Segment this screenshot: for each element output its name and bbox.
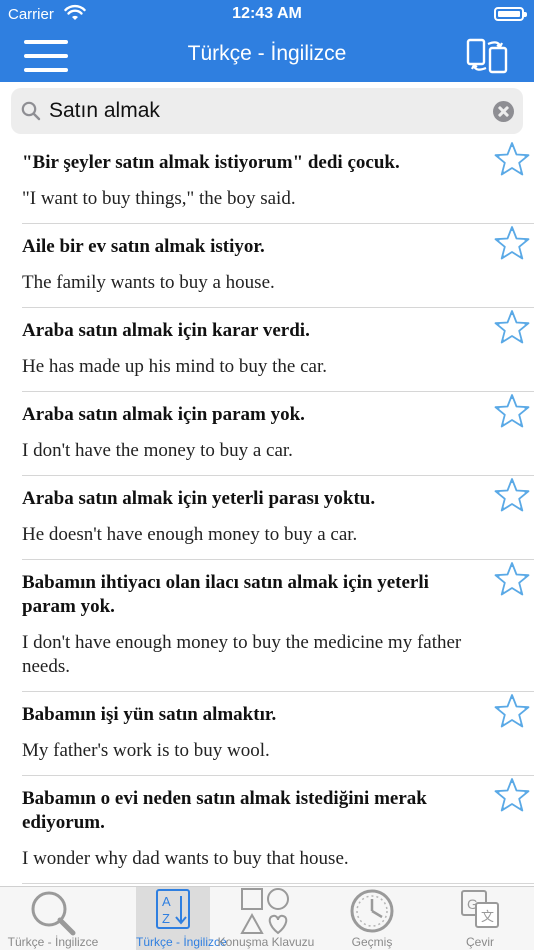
result-row[interactable]: Araba satın almak için param yok. I don'…: [0, 392, 534, 476]
svg-text:Z: Z: [162, 911, 170, 926]
star-favorite-icon[interactable]: [492, 476, 532, 516]
turkish-sentence: Araba satın almak için karar verdi.: [22, 320, 310, 341]
turkish-sentence: Araba satın almak için yeterli parası yo…: [22, 488, 376, 509]
star-favorite-icon[interactable]: [492, 776, 532, 816]
svg-text:文: 文: [481, 909, 494, 924]
turkish-sentence: Babamın işi yün satın almaktır.: [22, 704, 277, 725]
tab-turkish-english-search[interactable]: Türkçe - İngilizce: [0, 887, 106, 950]
page-title: Türkçe - İngilizce: [187, 42, 347, 65]
turkish-sentence: Aile bir ev satın almak istiyor.: [22, 236, 265, 257]
history-clock-icon: [350, 889, 394, 933]
row-divider: [22, 883, 534, 884]
star-favorite-icon[interactable]: [492, 560, 532, 600]
tab-label: Türkçe - İngilizce: [7, 935, 99, 949]
english-translation: "I want to buy things," the boy said.: [22, 188, 296, 209]
search-icon: [21, 101, 41, 121]
translate-icon: G 文: [461, 890, 499, 928]
clock: 12:43 AM: [232, 5, 302, 22]
tab-turkish-english-list[interactable]: A Z Türkçe - İngilizce: [136, 887, 227, 950]
result-row[interactable]: Aile bir ev satın almak istiyor. The fam…: [0, 224, 534, 308]
english-translation: My father's work is to buy wool.: [22, 740, 270, 761]
turkish-sentence: Araba satın almak için param yok.: [22, 404, 305, 425]
result-row[interactable]: Babamın işi yün satın almaktır. My fathe…: [0, 692, 534, 776]
result-row[interactable]: Araba satın almak için yeterli parası yo…: [0, 476, 534, 560]
tab-label: Konuşma Klavuzu: [217, 935, 315, 949]
tab-bar: Türkçe - İngilizce A Z Türkçe - İngilizc…: [0, 886, 534, 950]
results-list[interactable]: "Bir şeyler satın almak istiyorum" dedi …: [0, 140, 534, 886]
tab-translate[interactable]: G 文 Çevir: [426, 887, 534, 950]
star-favorite-icon[interactable]: [492, 140, 532, 180]
turkish-sentence: Babamın ihtiyacı olan ilacı satın almak …: [22, 572, 429, 617]
english-translation: I don't have the money to buy a car.: [22, 440, 293, 461]
english-translation: He has made up his mind to buy the car.: [22, 356, 327, 377]
result-row[interactable]: Araba satın almak için karar verdi. He h…: [0, 308, 534, 392]
tab-label: Türkçe - İngilizce: [136, 935, 227, 949]
svg-text:A: A: [162, 894, 171, 909]
tab-label: Çevir: [465, 935, 494, 949]
magnifier-icon: [31, 891, 76, 936]
star-favorite-icon[interactable]: [492, 224, 532, 264]
battery-icon: [494, 7, 527, 21]
english-translation: I don't have enough money to buy the med…: [22, 632, 462, 677]
result-row[interactable]: "Bir şeyler satın almak istiyorum" dedi …: [0, 140, 534, 224]
search-input[interactable]: [49, 94, 489, 128]
result-row[interactable]: Babamın o evi neden satın almak istediği…: [0, 776, 534, 884]
star-favorite-icon[interactable]: [492, 308, 532, 348]
tab-phrasebook[interactable]: Konuşma Klavuzu: [214, 887, 318, 950]
swap-language-icon[interactable]: [462, 36, 512, 76]
search-bar: [0, 82, 534, 140]
az-sort-icon: A Z: [156, 889, 190, 929]
english-translation: I wonder why dad wants to buy that house…: [22, 848, 349, 869]
tab-history[interactable]: Geçmiş: [318, 887, 426, 950]
tab-label: Geçmiş: [351, 935, 393, 949]
nav-bar: Türkçe - İngilizce: [0, 30, 534, 82]
english-translation: He doesn't have enough money to buy a ca…: [22, 524, 358, 545]
clear-search-button[interactable]: [493, 101, 514, 122]
shapes-icon: [240, 888, 289, 935]
search-field: [11, 88, 523, 134]
star-favorite-icon[interactable]: [492, 692, 532, 732]
turkish-sentence: Babamın o evi neden satın almak istediği…: [22, 788, 427, 833]
turkish-sentence: "Bir şeyler satın almak istiyorum" dedi …: [22, 152, 400, 173]
result-row[interactable]: Babamın ihtiyacı olan ilacı satın almak …: [0, 560, 534, 692]
star-favorite-icon[interactable]: [492, 392, 532, 432]
status-bar: Carrier 12:43 AM: [0, 0, 534, 30]
english-translation: The family wants to buy a house.: [22, 272, 275, 293]
